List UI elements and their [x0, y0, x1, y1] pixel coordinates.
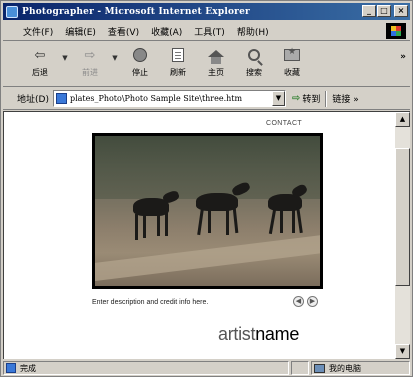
scroll-up-button[interactable]: ▲: [395, 112, 410, 127]
security-zone-text: 我的电脑: [329, 363, 361, 373]
home-icon: [208, 46, 224, 64]
browser-window: Photographer - Microsoft Internet Explor…: [0, 0, 413, 377]
go-button[interactable]: ⇨ 转到: [292, 92, 320, 105]
artist-name-logo: artistname: [218, 324, 299, 345]
minimize-button[interactable]: _: [362, 5, 376, 17]
status-bar: 完成 我的电脑: [3, 360, 410, 376]
search-label: 搜索: [246, 68, 262, 77]
refresh-icon: [170, 46, 186, 64]
scroll-thumb[interactable]: [395, 148, 410, 286]
favorites-button[interactable]: 收藏: [273, 46, 311, 78]
contact-link[interactable]: CONTACT: [266, 120, 302, 127]
stop-button[interactable]: 停止: [121, 46, 159, 78]
toolbar-overflow-button[interactable]: »: [400, 52, 406, 62]
previous-photo-button[interactable]: ◀: [293, 296, 304, 307]
forward-dropdown-icon[interactable]: ▼: [109, 46, 121, 62]
forward-label: 前进: [82, 68, 98, 77]
menu-tools[interactable]: 工具(T): [188, 25, 231, 38]
window-controls: _ □ ×: [362, 5, 408, 17]
artist-name-bold: name: [255, 324, 300, 344]
arrow-left-icon: ⇦: [34, 47, 46, 63]
artist-name-light: artist: [218, 324, 256, 344]
photo-navigation: ◀ ▶: [293, 296, 318, 307]
search-icon: [246, 46, 262, 64]
go-arrow-icon: ⇨: [291, 93, 301, 104]
status-text: 完成: [20, 363, 36, 373]
maximize-button[interactable]: □: [377, 5, 391, 17]
status-text-cell: 完成: [3, 361, 289, 375]
address-input[interactable]: plates_Photo\Photo Sample Site\three.htm…: [52, 90, 286, 107]
search-button[interactable]: 搜索: [235, 46, 273, 78]
menu-view[interactable]: 查看(V): [102, 25, 145, 38]
go-label: 转到: [302, 95, 321, 105]
photo-caption: Enter description and credit info here.: [92, 299, 209, 306]
page-content: CONTACT Enter description and credit inf…: [3, 111, 395, 359]
links-button[interactable]: 链接 »: [332, 92, 358, 105]
window-title: Photographer - Microsoft Internet Explor…: [22, 6, 250, 17]
security-zone-cell: 我的电脑: [311, 361, 410, 375]
vertical-scrollbar[interactable]: ▲ ▼: [395, 111, 410, 359]
windows-logo-icon: [386, 23, 406, 39]
home-button[interactable]: 主页: [197, 46, 235, 78]
menu-file[interactable]: 文件(F): [17, 25, 59, 38]
back-label: 后退: [32, 68, 48, 77]
scroll-down-button[interactable]: ▼: [395, 344, 410, 359]
ie-app-icon[interactable]: [6, 5, 18, 18]
standard-toolbar: ⇦ 后退 ▼ ⇨ 前进 ▼ 停止 刷新 主页 搜索 收藏 »: [3, 42, 410, 87]
photo-frame: [92, 133, 323, 289]
back-button[interactable]: ⇦ 后退: [21, 46, 59, 78]
forward-button[interactable]: ⇨ 前进: [71, 46, 109, 78]
wildebeest-photo: [95, 136, 320, 286]
menu-favorites[interactable]: 收藏(A): [145, 25, 188, 38]
page-done-icon: [6, 363, 16, 373]
address-url[interactable]: plates_Photo\Photo Sample Site\three.htm: [70, 94, 242, 103]
page-icon: [55, 93, 67, 104]
next-photo-button[interactable]: ▶: [307, 296, 318, 307]
refresh-button[interactable]: 刷新: [159, 46, 197, 78]
favorites-icon: [284, 46, 300, 64]
stop-icon: [132, 46, 148, 64]
menu-help[interactable]: 帮助(H): [231, 25, 275, 38]
refresh-label: 刷新: [170, 68, 186, 77]
stop-label: 停止: [132, 68, 148, 77]
address-dropdown-icon[interactable]: ▼: [271, 91, 285, 106]
menu-edit[interactable]: 编辑(E): [59, 25, 102, 38]
close-button[interactable]: ×: [394, 5, 408, 17]
address-label: 地址(D): [17, 95, 49, 105]
my-computer-icon: [314, 363, 325, 373]
favorites-label: 收藏: [284, 68, 300, 77]
title-bar[interactable]: Photographer - Microsoft Internet Explor…: [3, 3, 410, 20]
home-label: 主页: [208, 68, 224, 77]
back-dropdown-icon[interactable]: ▼: [59, 46, 71, 62]
status-blank-cell: [291, 361, 309, 375]
toolbar-separator: [325, 90, 328, 107]
address-bar: 地址(D) plates_Photo\Photo Sample Site\thr…: [3, 88, 410, 110]
arrow-right-icon: ⇨: [84, 47, 96, 63]
menu-bar: 文件(F) 编辑(E) 查看(V) 收藏(A) 工具(T) 帮助(H): [3, 22, 410, 41]
